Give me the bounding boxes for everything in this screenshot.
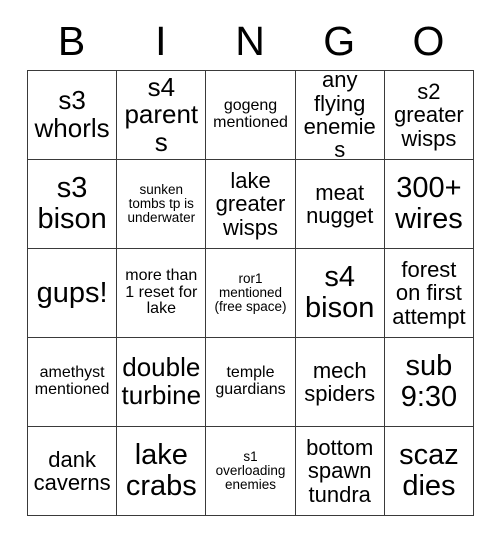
bingo-cell-g2[interactable]: meat nugget	[295, 160, 385, 249]
bingo-cell-text: s2 greater wisps	[394, 79, 464, 151]
bingo-row-1: s3 whorls s4 parents gogeng mentioned an…	[28, 71, 475, 160]
bingo-cell-n4[interactable]: temple guardians	[206, 338, 296, 427]
bingo-cell-o3[interactable]: forest on first attempt	[384, 249, 475, 338]
bingo-cell-o5[interactable]: scaz dies	[384, 427, 475, 516]
bingo-cell-text: gups!	[36, 276, 108, 309]
bingo-cell-text: sunken tombs tp is underwater	[127, 181, 196, 226]
bingo-cell-text: s1 overloading enemies	[215, 448, 286, 493]
bingo-cell-text: scaz dies	[399, 439, 459, 502]
bingo-cell-o2[interactable]: 300+ wires	[384, 160, 475, 249]
bingo-cell-b4[interactable]: amethyst mentioned	[28, 338, 118, 427]
bingo-cell-n5[interactable]: s1 overloading enemies	[206, 427, 296, 516]
header-letter-o: O	[412, 17, 445, 64]
bingo-cell-free-space[interactable]: ror1 mentioned (free space)	[206, 249, 296, 338]
bingo-cell-g5[interactable]: bottom spawn tundra	[295, 427, 385, 516]
bingo-cell-b2[interactable]: s3 bison	[28, 160, 118, 249]
bingo-cell-o4[interactable]: sub 9:30	[384, 338, 475, 427]
bingo-cell-text: mech spiders	[304, 357, 376, 406]
bingo-cell-i2[interactable]: sunken tombs tp is underwater	[117, 160, 207, 249]
bingo-cell-text: forest on first attempt	[392, 257, 466, 329]
bingo-cell-text: sub 9:30	[400, 350, 458, 413]
bingo-cell-g4[interactable]: mech spiders	[295, 338, 385, 427]
bingo-cell-text: 300+ wires	[395, 172, 463, 235]
bingo-cell-text: lake crabs	[125, 439, 197, 502]
bingo-cell-o1[interactable]: s2 greater wisps	[384, 71, 475, 160]
bingo-cell-n2[interactable]: lake greater wisps	[206, 160, 296, 249]
bingo-cell-text: amethyst mentioned	[34, 364, 110, 398]
bingo-cell-text: s4 bison	[305, 261, 375, 324]
bingo-cell-text: ror1 mentioned (free space)	[214, 270, 287, 315]
bingo-cell-text: any flying enemies	[303, 71, 376, 160]
bingo-grid: s3 whorls s4 parents gogeng mentioned an…	[27, 70, 475, 516]
bingo-cell-i5[interactable]: lake crabs	[117, 427, 207, 516]
bingo-cell-text: temple guardians	[215, 364, 286, 398]
bingo-cell-i4[interactable]: double turbine	[117, 338, 207, 427]
bingo-card: B I N G O s3 whorls s4 parents gogeng me…	[27, 12, 475, 516]
header-letter-n: N	[235, 17, 265, 64]
bingo-row-4: amethyst mentioned double turbine temple…	[28, 338, 475, 427]
bingo-cell-text: double turbine	[121, 352, 202, 410]
bingo-row-3: gups! more than 1 reset for lake ror1 me…	[28, 249, 475, 338]
bingo-cell-i3[interactable]: more than 1 reset for lake	[117, 249, 207, 338]
bingo-cell-text: gogeng mentioned	[213, 97, 288, 131]
bingo-cell-g1[interactable]: any flying enemies	[295, 71, 385, 160]
bingo-cell-text: lake greater wisps	[215, 168, 286, 240]
bingo-row-5: dank caverns lake crabs s1 overloading e…	[28, 427, 475, 516]
bingo-cell-b5[interactable]: dank caverns	[28, 427, 118, 516]
header-letter-i: I	[155, 17, 167, 64]
bingo-cell-text: bottom spawn tundra	[306, 435, 374, 507]
bingo-cell-text: more than 1 reset for lake	[125, 266, 198, 318]
bingo-cell-text: s4 parents	[124, 71, 199, 157]
bingo-cell-text: dank caverns	[33, 446, 111, 495]
header-letter-g: G	[323, 17, 356, 64]
bingo-cell-g3[interactable]: s4 bison	[295, 249, 385, 338]
bingo-cell-n1[interactable]: gogeng mentioned	[206, 71, 296, 160]
bingo-cell-text: s3 whorls	[34, 85, 110, 143]
bingo-row-2: s3 bison sunken tombs tp is underwater l…	[28, 160, 475, 249]
bingo-cell-text: meat nugget	[306, 179, 374, 228]
bingo-cell-i1[interactable]: s4 parents	[117, 71, 207, 160]
header-letter-b: B	[57, 17, 86, 64]
bingo-cell-b3[interactable]: gups!	[28, 249, 118, 338]
bingo-header: B I N G O	[27, 12, 473, 70]
bingo-cell-text: s3 bison	[37, 172, 107, 235]
bingo-cell-b1[interactable]: s3 whorls	[28, 71, 118, 160]
